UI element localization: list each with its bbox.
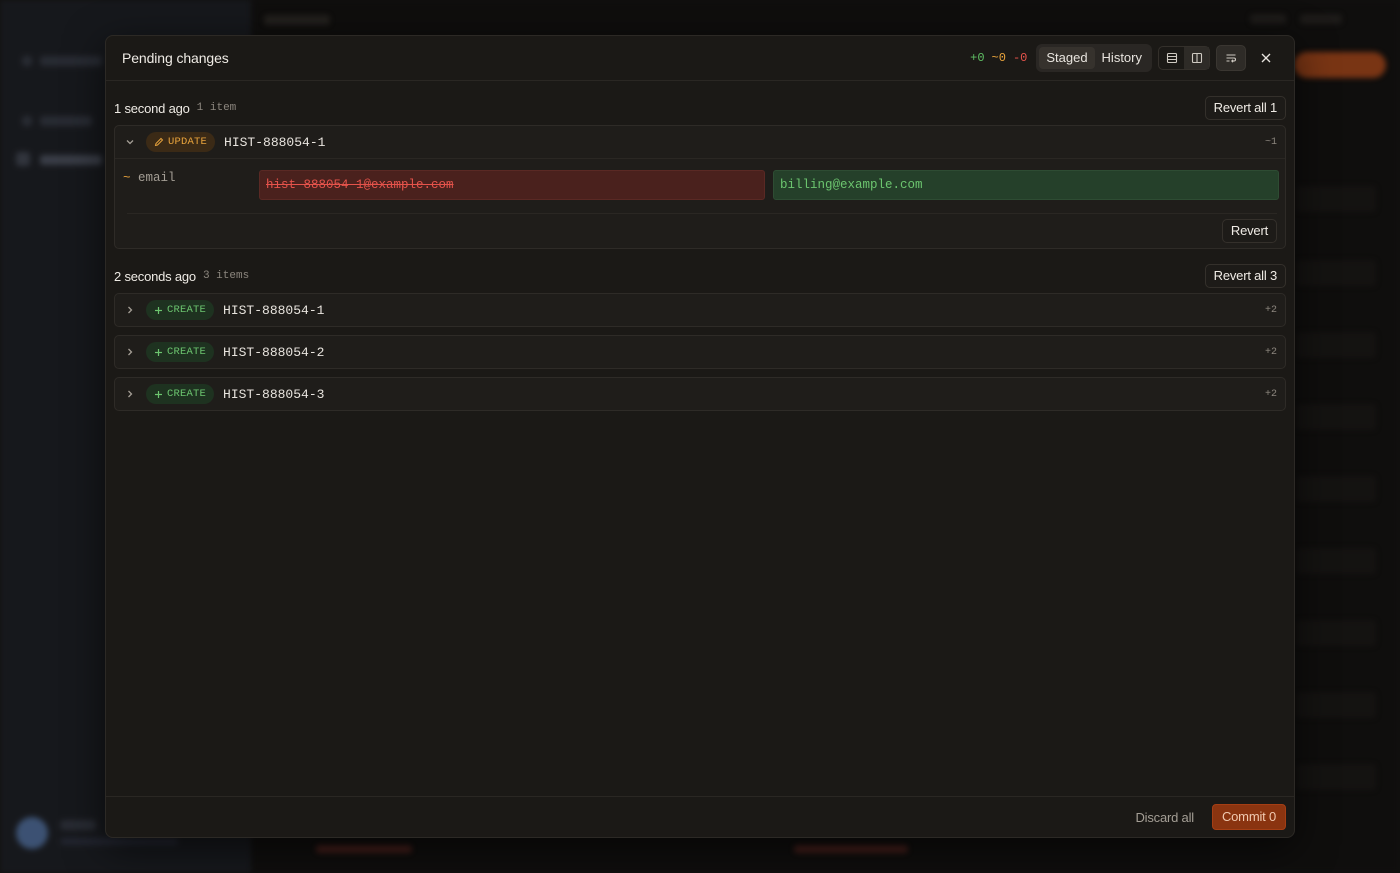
modal-header: Pending changes +0 ~0 -0 Staged History xyxy=(106,36,1294,81)
change-item-header[interactable]: UPDATE HIST-888054-1 ~1 xyxy=(115,126,1285,158)
create-badge: CREATE xyxy=(146,342,215,362)
record-id: HIST-888054-1 xyxy=(223,302,325,318)
create-badge: CREATE xyxy=(146,384,215,404)
layout-toggle xyxy=(1158,46,1210,70)
background-title xyxy=(264,15,330,25)
background-sidebar-item xyxy=(40,56,102,66)
modal-title: Pending changes xyxy=(122,50,229,66)
plus-icon xyxy=(155,390,162,398)
group-time: 2 seconds ago xyxy=(114,268,196,284)
background-row xyxy=(1296,692,1376,718)
record-id: HIST-888054-3 xyxy=(223,386,325,402)
modified-marker: ~ xyxy=(123,171,131,185)
change-group-header: 1 second ago 1 item Revert all 1 xyxy=(114,96,1286,120)
create-badge: CREATE xyxy=(146,300,215,320)
change-item-update: UPDATE HIST-888054-1 ~1 ~ email hist-888… xyxy=(114,125,1286,249)
background-row xyxy=(1296,764,1376,790)
group-count: 3 items xyxy=(202,270,250,282)
field-name: ~ email xyxy=(123,171,176,185)
added-count: +0 xyxy=(970,51,985,65)
pending-changes-modal: Pending changes +0 ~0 -0 Staged History … xyxy=(105,35,1295,838)
background-primary-button xyxy=(1294,52,1386,78)
pencil-icon xyxy=(154,137,164,147)
change-item-header[interactable]: CREATE HIST-888054-2 +2 xyxy=(115,336,1285,368)
tab-staged[interactable]: Staged xyxy=(1039,47,1095,69)
background-sidebar-item xyxy=(40,116,92,126)
update-badge: UPDATE xyxy=(146,132,216,152)
new-value: billing@example.com xyxy=(773,170,1279,200)
field-label: email xyxy=(138,171,176,185)
background-row xyxy=(1296,476,1376,502)
background-sidebar-icon xyxy=(22,56,32,66)
background-row xyxy=(1296,620,1376,646)
modified-count: ~0 xyxy=(991,51,1006,65)
deleted-count: -0 xyxy=(1012,51,1028,65)
discard-all-button[interactable]: Discard all xyxy=(1135,810,1194,825)
background-toolbar-button xyxy=(1300,14,1342,24)
op-label: CREATE xyxy=(167,346,207,358)
tab-history[interactable]: History xyxy=(1095,47,1149,69)
background-row xyxy=(1296,260,1376,286)
change-counts: +0 ~0 -0 xyxy=(970,51,1027,65)
background-row xyxy=(1296,548,1376,574)
op-label: CREATE xyxy=(167,304,207,316)
change-item-header[interactable]: CREATE HIST-888054-3 +2 xyxy=(115,378,1285,410)
commit-button[interactable]: Commit 0 xyxy=(1211,804,1286,830)
revert-all-button[interactable]: Revert all 1 xyxy=(1204,96,1286,120)
plus-icon xyxy=(155,306,162,314)
rows-icon[interactable] xyxy=(1159,47,1184,69)
close-icon[interactable] xyxy=(1254,46,1278,70)
revert-all-button[interactable]: Revert all 3 xyxy=(1204,264,1286,288)
split-view-icon[interactable] xyxy=(1184,47,1209,69)
op-label: CREATE xyxy=(167,388,207,400)
background-avatar xyxy=(16,817,48,849)
background-sidebar-icon xyxy=(22,116,32,126)
background-user-email xyxy=(60,838,178,845)
field-diff: ~ email hist-888054-1@example.com billin… xyxy=(115,158,1285,248)
background-cell xyxy=(794,845,908,853)
divider xyxy=(127,213,1277,214)
background-user-name xyxy=(60,820,96,830)
change-group-header: 2 seconds ago 3 items Revert all 3 xyxy=(114,264,1286,288)
group-time: 1 second ago xyxy=(114,100,190,116)
background-row xyxy=(1296,404,1376,430)
wrap-text-icon[interactable] xyxy=(1216,45,1246,71)
group-count: 1 item xyxy=(196,102,237,114)
chevron-right-icon[interactable] xyxy=(123,303,137,317)
op-label: UPDATE xyxy=(168,136,208,148)
change-delta: +2 xyxy=(1264,346,1277,358)
background-cell xyxy=(316,845,412,853)
change-delta: +2 xyxy=(1264,304,1277,316)
revert-button[interactable]: Revert xyxy=(1221,219,1277,243)
chevron-right-icon[interactable] xyxy=(123,387,137,401)
change-item-create[interactable]: CREATE HIST-888054-3 +2 xyxy=(114,377,1286,411)
change-item-header[interactable]: CREATE HIST-888054-1 +2 xyxy=(115,294,1285,326)
background-sidebar-icon xyxy=(16,152,30,166)
modal-footer: Discard all Commit 0 xyxy=(106,796,1294,837)
view-tabs: Staged History xyxy=(1036,44,1152,72)
background-toolbar-button xyxy=(1250,14,1286,24)
chevron-down-icon[interactable] xyxy=(123,135,137,149)
background-row xyxy=(1296,332,1376,358)
change-item-create[interactable]: CREATE HIST-888054-1 +2 xyxy=(114,293,1286,327)
plus-icon xyxy=(155,348,162,356)
record-id: HIST-888054-1 xyxy=(224,134,326,150)
background-row xyxy=(1296,186,1376,212)
chevron-right-icon[interactable] xyxy=(123,345,137,359)
background-sidebar-item xyxy=(40,155,102,165)
change-item-create[interactable]: CREATE HIST-888054-2 +2 xyxy=(114,335,1286,369)
change-delta: ~1 xyxy=(1264,136,1277,148)
change-delta: +2 xyxy=(1264,388,1277,400)
old-value: hist-888054-1@example.com xyxy=(259,170,765,200)
record-id: HIST-888054-2 xyxy=(223,344,325,360)
